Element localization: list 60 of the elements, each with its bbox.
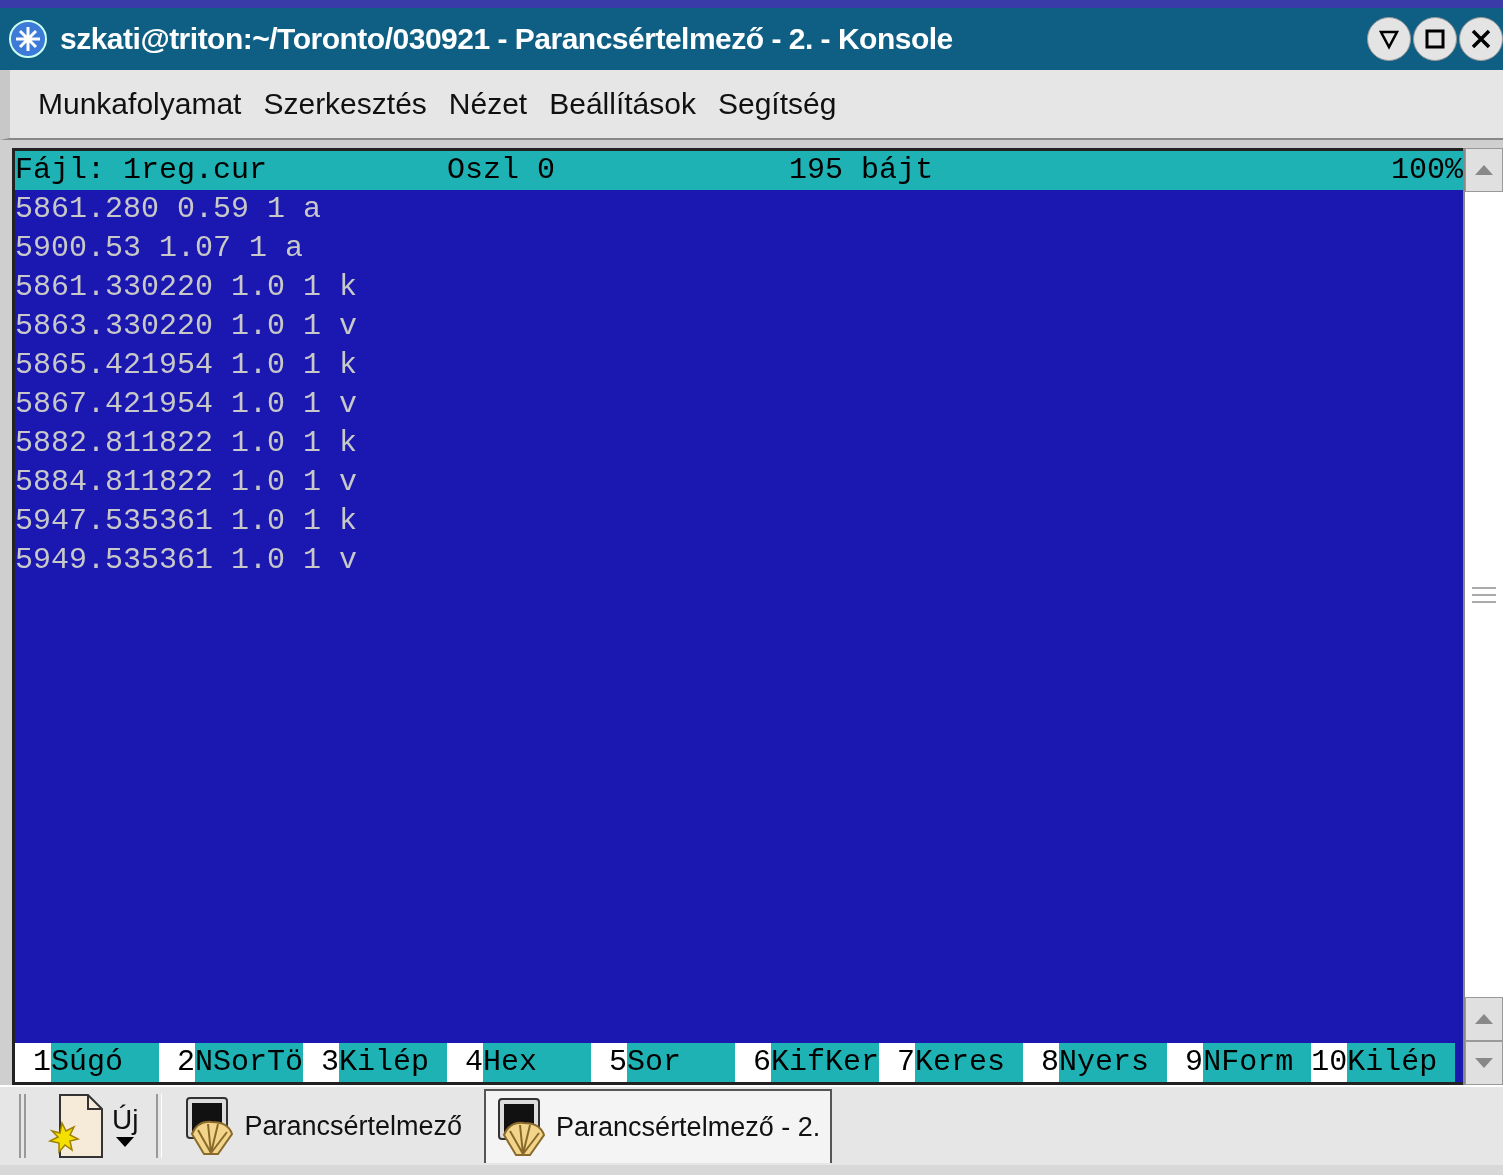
- up-arrow-icon: [1474, 164, 1494, 176]
- grip-icon: [18, 1094, 28, 1158]
- terminal-line: 5900.53 1.07 1 a: [15, 230, 305, 267]
- terminal-line: 5861.280 0.59 1 a: [15, 191, 323, 228]
- new-document-icon: [46, 1093, 106, 1159]
- menu-item[interactable]: Szerkesztés: [263, 87, 427, 121]
- menu-item[interactable]: Munkafolyamat: [38, 87, 242, 121]
- terminal-line: 5867.421954 1.0 1 v: [15, 386, 359, 423]
- terminal-line: 5884.811822 1.0 1 v: [15, 464, 359, 501]
- key-number: 3: [303, 1043, 340, 1082]
- app-icon: [8, 19, 48, 59]
- function-key[interactable]: Kilép: [339, 1043, 448, 1082]
- function-key[interactable]: Nyers: [1059, 1043, 1168, 1082]
- terminal-line: 5947.535361 1.0 1 k: [15, 503, 359, 540]
- menu-item[interactable]: Nézet: [448, 87, 528, 121]
- terminal-line: 5863.330220 1.0 1 v: [15, 308, 359, 345]
- function-key[interactable]: NForm: [1203, 1043, 1312, 1082]
- file-size: 195 bájt: [789, 152, 935, 189]
- scroll-up-button[interactable]: [1465, 997, 1503, 1041]
- scroll-down-button[interactable]: [1465, 1041, 1503, 1085]
- key-number: 2: [159, 1043, 195, 1082]
- key-number: 6: [735, 1043, 772, 1082]
- taskbar-task[interactable]: Parancsértelmező - 2.: [484, 1089, 833, 1163]
- function-key[interactable]: KifKer: [771, 1043, 880, 1082]
- key-number: 8: [1023, 1043, 1060, 1082]
- terminal-line: 5865.421954 1.0 1 k: [15, 347, 359, 384]
- close-button[interactable]: [1459, 17, 1503, 61]
- menu-button[interactable]: [1367, 17, 1411, 61]
- function-key[interactable]: Keres: [915, 1043, 1024, 1082]
- maximize-button[interactable]: [1413, 17, 1457, 61]
- key-number: 1: [15, 1043, 51, 1082]
- key-number: 7: [879, 1043, 916, 1082]
- down-arrow-icon: [1474, 1057, 1494, 1069]
- function-key[interactable]: Súgó: [51, 1043, 159, 1082]
- grip-icon: [1471, 585, 1497, 604]
- percent-indicator: 100%: [1391, 152, 1463, 189]
- caret-icon: [115, 1136, 136, 1148]
- terminal-line: 5861.330220 1.0 1 k: [15, 269, 359, 306]
- close-icon: [1470, 28, 1492, 50]
- file-name: Fájl: 1reg.cur: [15, 152, 269, 189]
- function-key[interactable]: NSorTö: [195, 1043, 304, 1082]
- maximize-icon: [1424, 28, 1446, 50]
- terminal-line: 5949.535361 1.0 1 v: [15, 542, 359, 579]
- key-number: 10: [1311, 1043, 1348, 1082]
- function-key[interactable]: Sor: [627, 1043, 736, 1082]
- new-button[interactable]: Új: [38, 1090, 147, 1162]
- key-number: 9: [1167, 1043, 1204, 1082]
- menu-item[interactable]: Beállítások: [549, 87, 696, 121]
- triangle-icon: [1378, 28, 1400, 50]
- function-key[interactable]: Hex: [483, 1043, 592, 1082]
- terminal-line: 5882.811822 1.0 1 k: [15, 425, 359, 462]
- scroll-up-button[interactable]: [1465, 148, 1503, 192]
- key-number: 4: [447, 1043, 484, 1082]
- function-key[interactable]: Kilép: [1347, 1043, 1456, 1082]
- scrollbar[interactable]: [1463, 148, 1503, 1085]
- key-number: 5: [591, 1043, 628, 1082]
- window-title: szkati@triton:~/Toronto/030921 - Parancsértelmező - 2. - Konsole: [60, 22, 954, 56]
- column-indicator: Oszl 0: [447, 152, 557, 189]
- up-arrow-icon: [1474, 1013, 1494, 1025]
- menu-item[interactable]: Segítség: [717, 87, 837, 121]
